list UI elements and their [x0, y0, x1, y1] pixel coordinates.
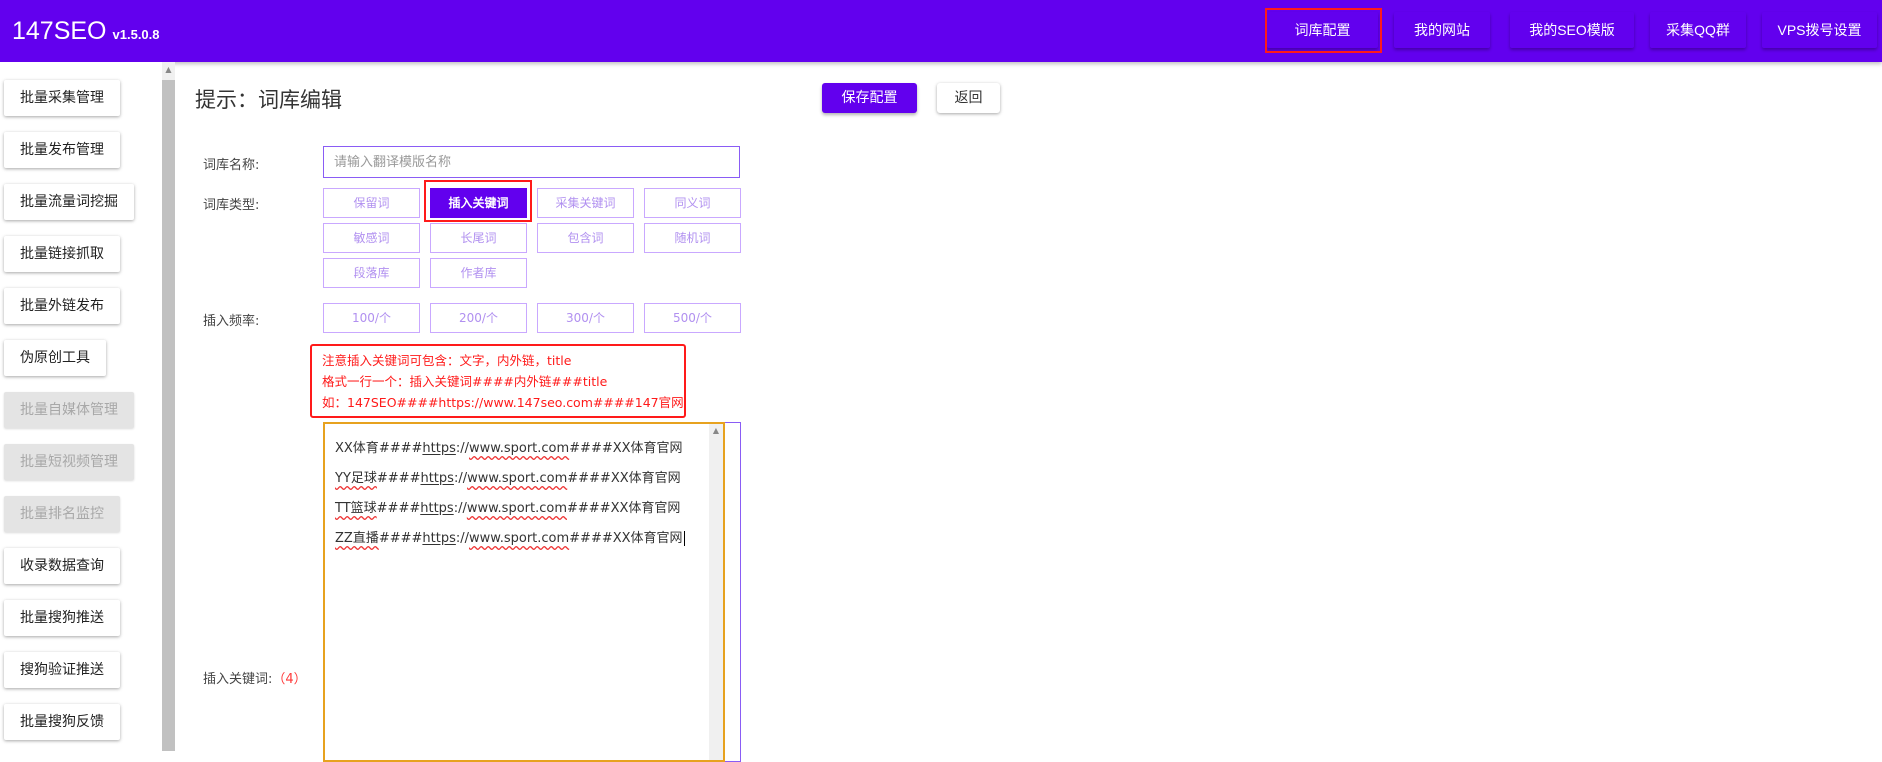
- app-logo: 147SEO v1.5.0.8: [12, 16, 160, 50]
- keyword-title: XX体育官网: [612, 531, 683, 546]
- keyword-url-scheme: https: [420, 471, 454, 486]
- keywords-label: 插入关键词:（4）: [203, 668, 307, 687]
- note-line: 注意插入关键词可包含：文字，内外链，title: [322, 353, 572, 368]
- keyword-name: ZZ直播: [335, 531, 379, 546]
- top-app-bar: 147SEO v1.5.0.8 词库配置 我的网站 我的SEO模版 采集QQ群 V…: [0, 0, 1882, 62]
- keyword-name: XX体育: [335, 441, 379, 456]
- type-option-synonym[interactable]: 同义词: [644, 188, 741, 218]
- keyword-url-colon: ://: [453, 471, 468, 486]
- keyword-url-scheme: https: [422, 531, 456, 546]
- freq-option-500[interactable]: 500/个: [644, 303, 741, 333]
- keyword-separator: ####: [376, 501, 421, 516]
- keyword-url-colon: ://: [455, 531, 469, 546]
- type-option-collect-keyword[interactable]: 采集关键词: [537, 188, 634, 218]
- sidebar-backlink-publish[interactable]: 批量外链发布: [4, 288, 120, 324]
- keyword-url-colon: ://: [455, 441, 469, 456]
- type-option-reserved[interactable]: 保留词: [323, 188, 420, 218]
- keyword-separator: ####: [569, 441, 613, 456]
- type-option-sensitive[interactable]: 敏感词: [323, 223, 420, 253]
- nav-my-seo-templates[interactable]: 我的SEO模版: [1510, 12, 1634, 48]
- sidebar-sogou-verify-push[interactable]: 搜狗验证推送: [4, 652, 120, 688]
- keyword-line: ZZ直播####https://www.sport.com####XX体育官网: [335, 528, 685, 558]
- sidebar-scrollbar-thumb[interactable]: [162, 80, 175, 751]
- text-cursor: [683, 531, 685, 546]
- type-option-paragraph[interactable]: 段落库: [323, 258, 420, 288]
- sidebar-traffic-word-mining[interactable]: 批量流量词挖掘: [4, 184, 134, 220]
- sidebar-index-query[interactable]: 收录数据查询: [4, 548, 120, 584]
- freq-option-200[interactable]: 200/个: [430, 303, 527, 333]
- keyword-separator: ####: [567, 471, 611, 486]
- keyword-separator: ####: [378, 531, 423, 546]
- type-option-random[interactable]: 随机词: [644, 223, 741, 253]
- insert-frequency-label: 插入频率:: [203, 314, 260, 329]
- keyword-url-domain: www.sport.com: [469, 531, 570, 546]
- nav-word-library-config[interactable]: 词库配置: [1267, 12, 1378, 48]
- sidebar-sogou-feedback[interactable]: 批量搜狗反馈: [4, 704, 120, 740]
- nav-my-sites[interactable]: 我的网站: [1394, 12, 1490, 48]
- keyword-name: YY足球: [335, 471, 377, 486]
- sidebar: 批量采集管理 批量发布管理 批量流量词挖掘 批量链接抓取 批量外链发布 伪原创工…: [0, 62, 162, 751]
- freq-option-100[interactable]: 100/个: [323, 303, 420, 333]
- sidebar-rank-monitor: 批量排名监控: [4, 496, 120, 532]
- library-name-label: 词库名称:: [203, 158, 260, 173]
- type-option-contains[interactable]: 包含词: [537, 223, 634, 253]
- save-config-button[interactable]: 保存配置: [822, 83, 917, 113]
- type-option-insert-keyword[interactable]: 插入关键词: [430, 188, 527, 218]
- page-title: 提示：词库编辑: [195, 88, 342, 112]
- keyword-title: XX体育官网: [612, 441, 683, 456]
- keyword-line: XX体育####https://www.sport.com####XX体育官网: [335, 438, 685, 468]
- type-option-author[interactable]: 作者库: [430, 258, 527, 288]
- keyword-separator: ####: [376, 471, 421, 486]
- keyword-title: XX体育官网: [610, 501, 681, 516]
- back-button[interactable]: 返回: [937, 83, 1000, 113]
- scroll-up-arrow-icon[interactable]: ▲: [709, 426, 723, 435]
- keywords-textarea[interactable]: XX体育####https://www.sport.com####XX体育官网 …: [323, 422, 725, 762]
- keyword-url-domain: www.sport.com: [469, 441, 570, 456]
- nav-vps-dial-settings[interactable]: VPS拨号设置: [1762, 12, 1877, 48]
- note-line: 如：147SEO####https://www.147seo.com####14…: [322, 395, 684, 410]
- keyword-url-scheme: https: [420, 501, 454, 516]
- keyword-line: YY足球####https://www.sport.com####XX体育官网: [335, 468, 685, 498]
- sidebar-pseudo-original-tool[interactable]: 伪原创工具: [4, 340, 106, 376]
- type-option-long-tail[interactable]: 长尾词: [430, 223, 527, 253]
- keywords-lines: XX体育####https://www.sport.com####XX体育官网 …: [335, 438, 685, 558]
- sidebar-short-video: 批量短视频管理: [4, 444, 134, 480]
- scroll-up-arrow-icon[interactable]: ▲: [162, 64, 175, 76]
- keyword-title: XX体育官网: [610, 471, 681, 486]
- sidebar-batch-collect[interactable]: 批量采集管理: [4, 80, 120, 116]
- nav-collect-qq-groups[interactable]: 采集QQ群: [1650, 12, 1746, 48]
- keyword-url-domain: www.sport.com: [467, 471, 568, 486]
- freq-option-300[interactable]: 300/个: [537, 303, 634, 333]
- app-version: v1.5.0.8: [112, 27, 160, 42]
- keyword-url-scheme: https: [422, 441, 456, 456]
- sidebar-sogou-push[interactable]: 批量搜狗推送: [4, 600, 120, 636]
- library-type-label: 词库类型:: [203, 198, 260, 213]
- keyword-separator: ####: [378, 441, 423, 456]
- sidebar-self-media: 批量自媒体管理: [4, 392, 134, 428]
- app-name: 147SEO: [12, 17, 107, 45]
- keyword-separator: ####: [569, 531, 613, 546]
- sidebar-batch-publish[interactable]: 批量发布管理: [4, 132, 120, 168]
- format-note: 注意插入关键词可包含：文字，内外链，title 格式一行一个：插入关键词####…: [310, 344, 686, 418]
- keywords-label-text: 插入关键词:: [203, 672, 273, 687]
- keyword-url-domain: www.sport.com: [466, 501, 567, 516]
- sidebar-link-crawl[interactable]: 批量链接抓取: [4, 236, 120, 272]
- keywords-count: （4）: [272, 672, 307, 687]
- keyword-name: TT篮球: [335, 501, 377, 516]
- keyword-separator: ####: [567, 501, 611, 516]
- library-name-input[interactable]: [323, 146, 740, 178]
- keyword-url-colon: ://: [453, 501, 467, 516]
- keyword-line: TT篮球####https://www.sport.com####XX体育官网: [335, 498, 685, 528]
- textarea-scrollbar[interactable]: ▲: [709, 424, 723, 760]
- note-line: 格式一行一个：插入关键词####内外链###title: [322, 374, 608, 389]
